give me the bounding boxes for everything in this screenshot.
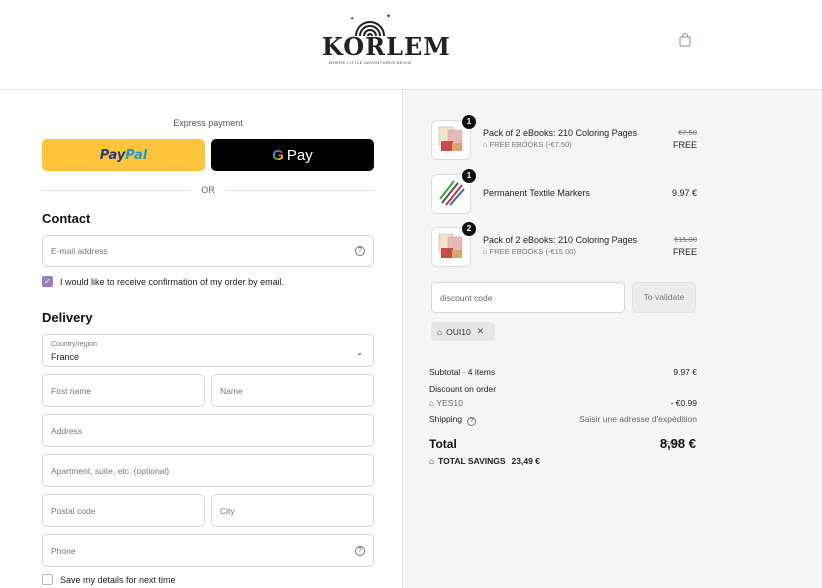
city-placeholder: City	[220, 505, 235, 516]
tag-icon: ⌂	[483, 140, 488, 149]
save-details-label: Save my details for next time	[60, 574, 176, 585]
discount-value: - €0.99	[670, 398, 697, 408]
cart-item: 2 Pack of 2 eBooks: 210 Coloring Pages ⌂…	[431, 222, 697, 267]
quantity-badge: 1	[462, 169, 476, 183]
close-icon[interactable]: ✕	[477, 326, 485, 337]
phone-field[interactable]: Phone ?	[42, 534, 374, 567]
last-name-placeholder: Name	[220, 385, 243, 396]
first-name-field[interactable]: First name	[42, 374, 205, 407]
last-name-field[interactable]: Name	[211, 374, 374, 407]
paypal-button[interactable]: Pay Pal	[42, 139, 205, 171]
country-label: Country/region	[51, 341, 97, 348]
svg-text:✦: ✦	[386, 13, 391, 20]
item-title: Permanent Textile Markers	[483, 188, 590, 198]
order-summary: 1 Pack of 2 eBooks: 210 Coloring Pages ⌂…	[402, 90, 822, 588]
item-title: Pack of 2 eBooks: 210 Coloring Pages	[483, 128, 638, 138]
item-discount: ⌂ FREE EBOOKS (-€7.50)	[483, 140, 572, 149]
total-value: 8,98 €	[659, 436, 696, 451]
email-confirm-row[interactable]: ✓ I would like to receive confirmation o…	[42, 276, 284, 287]
header: ✦ ✦ KORLEM WHERE LITTLE ADVENTURES BEGIN	[0, 0, 822, 90]
shipping-row: Shipping ? Saisir une adresse d'expéditi…	[429, 414, 697, 426]
quantity-badge: 2	[462, 222, 476, 236]
paypal-label-2: Pal	[125, 147, 148, 163]
confirm-label: I would like to receive confirmation of …	[60, 276, 285, 287]
google-pay-button[interactable]: G Pay	[211, 139, 374, 171]
item-price: FREE	[672, 247, 697, 257]
shipping-value: Saisir une adresse d'expédition	[579, 414, 697, 424]
help-icon[interactable]: ?	[355, 545, 365, 556]
paypal-label-1: Pay	[99, 147, 126, 163]
item-price: FREE	[672, 140, 697, 150]
or-divider: OR	[42, 185, 374, 197]
tag-icon: ⌂	[437, 326, 443, 337]
validate-button[interactable]: To validate	[632, 282, 696, 313]
item-discount-text: FREE EBOOKS (-€15.00)	[489, 247, 576, 256]
help-icon[interactable]: ?	[467, 417, 477, 426]
discount-row: Discount on order	[429, 384, 697, 394]
postal-code-field[interactable]: Postal code	[42, 494, 205, 527]
country-select[interactable]: Country/region France ⌄	[42, 334, 374, 367]
product-thumbnail: 1	[431, 169, 476, 214]
subtotal-value: 9.97 €	[673, 367, 697, 377]
discount-code-input[interactable]: discount code	[431, 282, 625, 313]
discount-placeholder: discount code	[440, 293, 493, 303]
confirm-checkbox[interactable]: ✓	[42, 276, 53, 287]
or-label: OR	[201, 185, 215, 195]
chevron-down-icon: ⌄	[356, 348, 363, 357]
save-details-row[interactable]: Save my details for next time	[42, 574, 176, 585]
shipping-label: Shipping	[429, 414, 463, 424]
email-placeholder: E-mail address	[51, 246, 108, 256]
cart-item: 1 Pack of 2 eBooks: 210 Coloring Pages ⌂…	[431, 115, 697, 160]
svg-text:✦: ✦	[350, 16, 354, 22]
contact-title: Contact	[42, 211, 91, 226]
address-placeholder: Address	[51, 425, 83, 436]
original-price: €15.00	[674, 235, 697, 244]
item-price: 9.97 €	[671, 188, 697, 198]
item-discount: ⌂ FREE EBOOKS (-€15.00)	[483, 247, 576, 256]
savings-label: TOTAL SAVINGS	[438, 456, 506, 466]
apartment-field[interactable]: Apartment, suite, etc. (optional)	[42, 454, 374, 487]
help-icon[interactable]: ?	[355, 246, 365, 256]
original-price: €7.50	[678, 128, 697, 137]
item-title: Pack of 2 eBooks: 210 Coloring Pages	[483, 235, 638, 245]
tag-icon: ⌂	[429, 456, 435, 466]
product-thumbnail: 1	[431, 115, 476, 160]
checkout-form: Express payment Pay Pal G Pay OR Contact …	[0, 90, 402, 588]
tag-icon: ⌂	[429, 398, 435, 408]
discount-label: Discount on order	[429, 384, 497, 394]
brand-logo[interactable]: ✦ ✦ KORLEM WHERE LITTLE ADVENTURES BEGIN	[322, 10, 451, 76]
discount-chip-code: OUI10	[446, 326, 471, 337]
cart-item: 1 Permanent Textile Markers 9.97 €	[431, 169, 697, 214]
city-field[interactable]: City	[211, 494, 374, 527]
brand-tagline: WHERE LITTLE ADVENTURES BEGIN	[328, 60, 412, 65]
gpay-label: Pay	[286, 146, 313, 164]
discount-chip: ⌂ OUI10 ✕	[431, 322, 495, 341]
total-label: Total	[429, 437, 457, 451]
google-icon: G	[272, 146, 284, 164]
item-discount-text: FREE EBOOKS (-€7.50)	[489, 140, 572, 149]
country-value: France	[51, 352, 80, 362]
save-details-checkbox[interactable]	[42, 574, 53, 585]
phone-placeholder: Phone	[51, 545, 76, 556]
address-field[interactable]: Address	[42, 414, 374, 447]
first-name-placeholder: First name	[51, 385, 92, 396]
tag-icon: ⌂	[483, 247, 488, 256]
discount-code-row: ⌂ YES10 - €0.99	[429, 398, 697, 408]
quantity-badge: 1	[462, 115, 476, 129]
subtotal-label: Subtotal · 4 items	[429, 367, 496, 377]
total-savings: ⌂ TOTAL SAVINGS 23,49 €	[429, 456, 540, 466]
delivery-title: Delivery	[42, 310, 93, 325]
apartment-placeholder: Apartment, suite, etc. (optional)	[51, 465, 170, 476]
brand-name: KORLEM	[322, 32, 451, 61]
subtotal-row: Subtotal · 4 items 9.97 €	[429, 367, 697, 377]
discount-code: YES10	[436, 398, 463, 408]
postal-code-placeholder: Postal code	[51, 505, 96, 516]
savings-value: 23,49 €	[511, 456, 540, 466]
bag-icon[interactable]	[678, 33, 694, 49]
product-thumbnail: 2	[431, 222, 476, 267]
express-payment-label: Express payment	[173, 118, 243, 128]
email-field[interactable]: E-mail address ?	[42, 235, 374, 267]
